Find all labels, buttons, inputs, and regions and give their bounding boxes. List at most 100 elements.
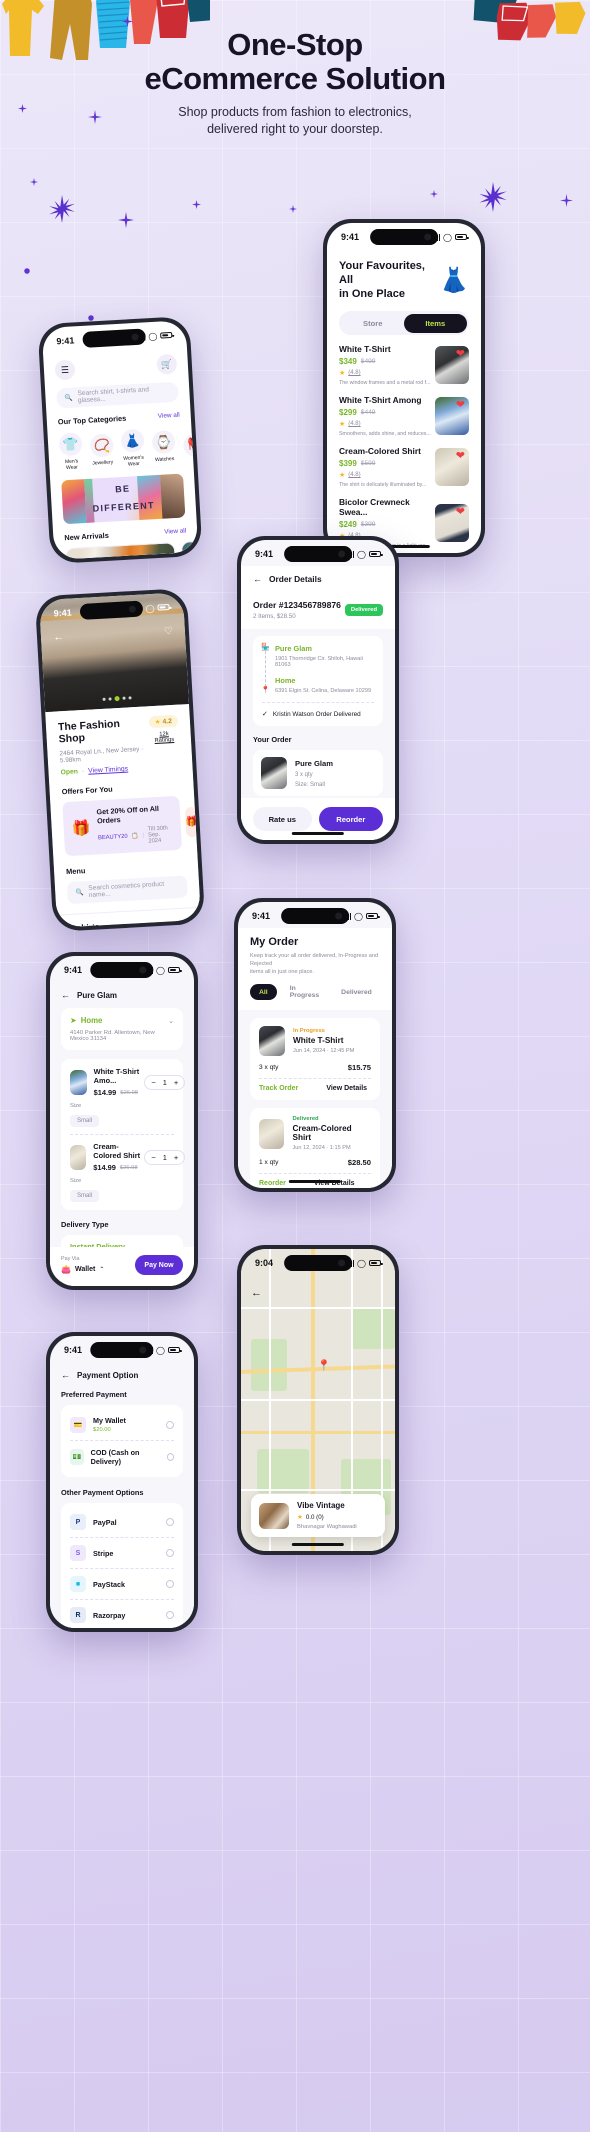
back-arrow-icon[interactable]: ← <box>253 574 262 584</box>
radio-button[interactable] <box>166 1549 174 1557</box>
back-arrow-icon[interactable]: ← <box>61 1370 70 1380</box>
quantity-stepper[interactable]: − 1 + <box>144 1074 186 1090</box>
hero-title-line2: eCommerce Solution <box>144 61 446 96</box>
category-item[interactable]: 👠 <box>182 432 199 457</box>
dynamic-island <box>370 229 438 245</box>
map-marker-icon[interactable]: 📍 <box>317 1359 331 1372</box>
favourite-item[interactable]: White T-Shirt $349 $499 ★ (4.8) The wind… <box>339 344 469 386</box>
cart-item[interactable]: Cream-Colored Shirt $14.99 $26.98 − 1 + <box>70 1142 186 1172</box>
tab-items[interactable]: Items <box>404 313 467 333</box>
order-filters[interactable]: All In Progress Delivered Rejected <box>250 984 380 1000</box>
track-order-link[interactable]: Track Order <box>259 1085 298 1092</box>
category-item[interactable]: ⌚ Watches <box>151 429 177 463</box>
payment-option[interactable]: ■ PayStack <box>70 1569 174 1599</box>
tab-store[interactable]: Store <box>342 314 405 333</box>
heart-icon[interactable]: ❤ <box>456 507 465 518</box>
wallet-label: Wallet <box>74 1266 96 1273</box>
heart-icon[interactable]: ❤ <box>456 451 465 462</box>
back-arrow-icon[interactable]: ← <box>53 631 65 644</box>
chevron-up-icon[interactable]: ⌃ <box>99 1266 104 1273</box>
payment-option[interactable]: R Razorpay <box>70 1600 174 1628</box>
radio-button[interactable] <box>166 1518 174 1526</box>
copy-icon[interactable]: 📋 <box>131 833 138 839</box>
payment-option[interactable]: P PayPal <box>70 1507 174 1537</box>
address-card[interactable]: ➤ Home ⌄ 4140 Parker Rd. Allentown, New … <box>61 1008 183 1050</box>
reorder-link[interactable]: Reorder <box>259 1180 286 1187</box>
other-payment-card: P PayPal S Stripe ■ PayStack R Razorpay <box>61 1503 183 1628</box>
radio-button[interactable] <box>166 1420 174 1429</box>
hero-subtitle-line1: Shop products from fashion to electronic… <box>178 105 412 119</box>
radio-button[interactable] <box>166 1611 174 1619</box>
filter-delivered[interactable]: Delivered <box>332 984 381 1000</box>
back-arrow-icon[interactable]: ← <box>61 990 70 1000</box>
chevron-down-icon[interactable]: ⌄ <box>168 1017 174 1025</box>
radio-button[interactable] <box>166 1453 174 1461</box>
payment-option[interactable]: 💳 My Wallet $20.00 <box>70 1409 174 1440</box>
view-timings-link[interactable]: View Timings <box>88 766 128 775</box>
heart-icon[interactable]: ❤ <box>456 400 465 411</box>
category-icon: ⌚ <box>151 429 176 455</box>
filter-rejected[interactable]: Rejected <box>385 984 392 1000</box>
favourites-title-line2: in One Place <box>339 288 406 300</box>
dynamic-island <box>90 962 154 978</box>
menu-search-input[interactable]: 🔍 Search cosmetics product name... <box>66 875 188 905</box>
wallet-icon: 💳 <box>70 1416 86 1433</box>
order-card[interactable]: Delivered Cream-Colored Shirt Jun 12, 20… <box>250 1108 380 1188</box>
offer-card-next[interactable]: 🎁 <box>184 806 199 838</box>
increment-button[interactable]: + <box>174 1153 178 1162</box>
favourite-item[interactable]: Cream-Colored Shirt $399 $599 ★ (4.8) Th… <box>339 446 469 488</box>
reorder-button[interactable]: Reorder <box>318 807 383 831</box>
decrement-button[interactable]: − <box>151 1078 155 1087</box>
store-card[interactable]: Vogue 📍 3891 ★ ★ <box>180 538 199 560</box>
chevron-up-icon[interactable]: ⌃ <box>182 917 189 926</box>
store-card[interactable]: Trendy Threads 📍 2464 Royal Ln. Mesa, Ne… <box>64 542 180 560</box>
item-price: $399 <box>339 459 357 468</box>
pay-via-label: Pay Via <box>61 1256 80 1262</box>
sparkle-icon <box>478 182 508 212</box>
map-store-card[interactable]: Vibe Vintage ★ 0.0 (0) Bhavnagar Waghawa… <box>251 1494 385 1537</box>
search-placeholder: Search shirt, t-shirts and glasess... <box>77 386 150 405</box>
item-old-price: $599 <box>360 460 376 467</box>
quantity-stepper[interactable]: − 1 + <box>144 1149 186 1165</box>
order-card[interactable]: In Progress White T-Shirt Jun 14, 2024 ·… <box>250 1018 380 1100</box>
payment-option[interactable]: 💵 COD (Cash on Delivery) <box>70 1441 174 1473</box>
filter-all[interactable]: All <box>250 984 277 1000</box>
status-time: 9:41 <box>64 965 83 975</box>
view-details-link[interactable]: View Details <box>326 1085 367 1092</box>
heart-outline-icon[interactable]: ♡ <box>164 625 174 636</box>
increment-button[interactable]: + <box>174 1078 178 1087</box>
cart-item[interactable]: White T-Shirt Amo... $14.99 $26.98 − 1 + <box>70 1067 186 1097</box>
payment-option[interactable]: S Stripe <box>70 1538 174 1568</box>
battery-icon <box>160 331 173 339</box>
category-accordion[interactable]: T-shirts ⌃ <box>69 908 190 928</box>
heart-icon[interactable]: ❤ <box>456 349 465 360</box>
category-item[interactable]: 📿 Jewellery <box>89 433 115 467</box>
cart-icon[interactable]: 🛒 <box>156 353 178 375</box>
back-arrow-icon[interactable]: ← <box>251 1287 262 1299</box>
wallet-icon: 👛 <box>61 1265 71 1274</box>
store-image <box>66 543 176 560</box>
ratings-count[interactable]: 12k Ratings <box>149 731 179 745</box>
favourites-header-emoji: 👗 <box>439 266 469 294</box>
radio-button[interactable] <box>166 1580 174 1588</box>
decrement-button[interactable]: − <box>151 1153 155 1162</box>
paypal-icon: P <box>70 1514 86 1530</box>
view-all-arrivals[interactable]: View all <box>164 527 186 535</box>
favourite-item[interactable]: White T-Shirt Among $299 $449 ★ (4.8) Sm… <box>339 395 469 437</box>
rate-us-button[interactable]: Rate us <box>253 807 312 831</box>
offer-card[interactable]: 🎁 Get 20% Off on All Orders BEAUTY20 📋 |… <box>62 795 183 857</box>
pay-now-button[interactable]: Pay Now <box>135 1255 183 1275</box>
view-all-categories[interactable]: View all <box>158 412 180 420</box>
menu-search-placeholder: Search cosmetics product name... <box>88 880 165 899</box>
promo-banner[interactable]: SERIES 2.0 FASHION STORE DARE TO BE DIFFE… <box>61 473 186 525</box>
item-old-price: $399 <box>360 521 376 528</box>
status-time: 9:41 <box>53 607 72 619</box>
hamburger-icon[interactable]: ☰ <box>54 359 76 381</box>
category-item[interactable]: 👗 Women's Wear <box>120 428 145 468</box>
carousel-dots[interactable] <box>45 692 189 705</box>
filter-in-progress[interactable]: In Progress <box>281 984 328 1000</box>
category-item[interactable]: 👕 Men's Wear <box>58 432 84 471</box>
razorpay-icon: R <box>70 1607 86 1623</box>
store-items-tabs[interactable]: Store Items <box>339 311 469 335</box>
phone-my-order: 9:41 ◯ My Order Keep track your all orde… <box>234 898 396 1192</box>
